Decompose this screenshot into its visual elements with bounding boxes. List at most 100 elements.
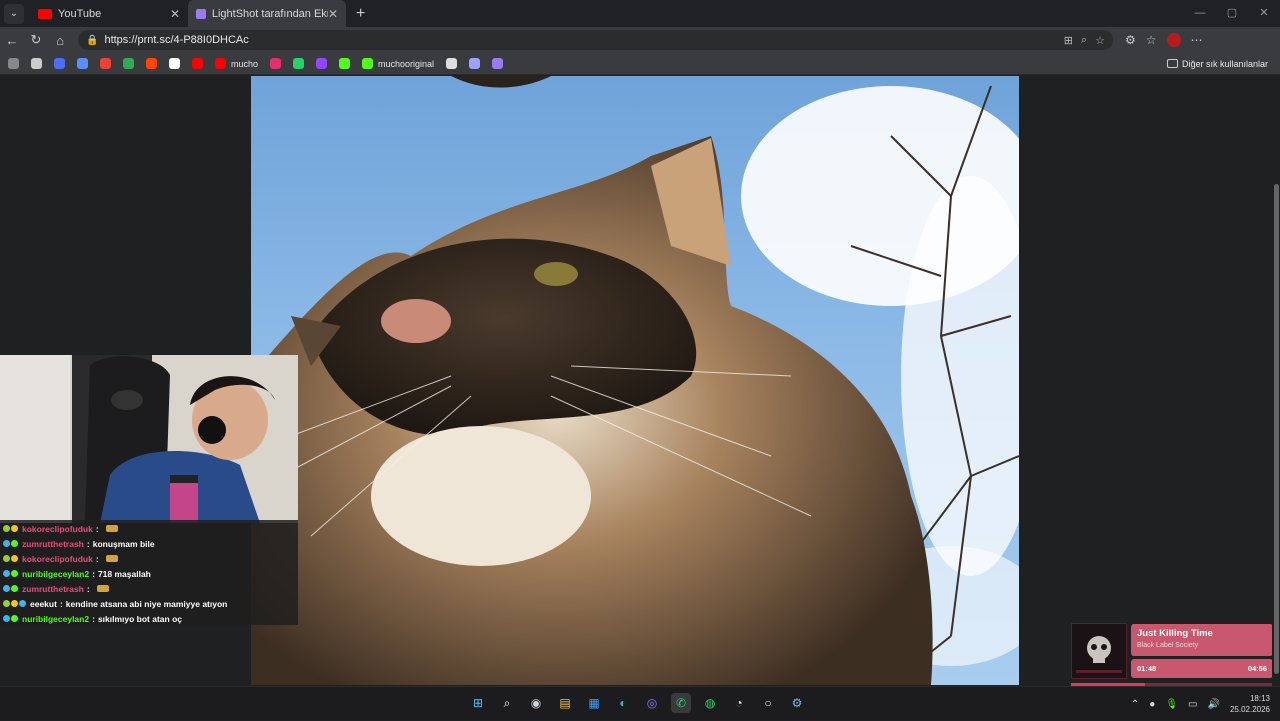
bookmark-item[interactable] xyxy=(54,58,65,69)
favorites-icon[interactable]: ☆ xyxy=(1146,33,1157,47)
cat-photo xyxy=(251,76,1019,685)
gmail-icon xyxy=(100,58,111,69)
chat-separator: : xyxy=(95,523,99,534)
badge-icon xyxy=(3,540,10,547)
chat-username[interactable]: eeekut xyxy=(30,599,57,609)
back-button[interactable]: ← xyxy=(0,33,24,48)
bookmark-item[interactable] xyxy=(8,58,19,69)
chat-username[interactable]: nuribilgeceylan2 xyxy=(22,614,89,624)
chrome-icon[interactable]: ◔ xyxy=(729,693,749,713)
chat-username[interactable]: kokoreclipofuduk xyxy=(22,524,93,534)
tab-actions-menu[interactable]: ⌄ xyxy=(4,3,24,24)
kick-icon xyxy=(362,58,374,69)
badge-icon xyxy=(11,615,18,622)
chevron-up-icon[interactable]: ⌃ xyxy=(1131,699,1139,710)
tab-lightshot[interactable]: LightShot tarafından Ekran Görüntüsü ✕ xyxy=(188,0,346,27)
chat-username[interactable]: zumrutthetrash xyxy=(22,539,84,549)
chat-separator: : xyxy=(86,538,90,549)
more-menu-icon[interactable]: ⋯ xyxy=(1191,33,1203,47)
chat-username[interactable]: zumrutthetrash xyxy=(22,584,84,594)
bookmark-item[interactable] xyxy=(100,58,111,69)
new-tab-button[interactable]: + xyxy=(356,5,365,23)
close-tab-icon[interactable]: ✕ xyxy=(328,7,338,21)
bookmark-item[interactable]: mucho xyxy=(215,58,258,69)
microphone-icon[interactable]: 🎙 xyxy=(1165,699,1178,710)
album-art xyxy=(1071,623,1127,679)
close-tab-icon[interactable]: ✕ xyxy=(170,7,180,21)
bookmark-item[interactable] xyxy=(492,58,504,69)
steam-icon[interactable]: ◉ xyxy=(526,693,546,713)
app-available-icon[interactable]: ⊞ xyxy=(1064,34,1073,47)
favorite-star-icon[interactable]: ☆ xyxy=(1095,34,1105,47)
search-icon[interactable]: ⌕ xyxy=(497,693,517,713)
bookmark-item[interactable] xyxy=(293,58,305,69)
bookmark-item[interactable]: muchooriginal xyxy=(362,58,434,69)
bookmark-item[interactable] xyxy=(316,58,328,69)
chat-username[interactable]: nuribilgeceylan2 xyxy=(22,569,89,579)
windows-icon[interactable]: ⊞ xyxy=(468,693,488,713)
page-scrollbar[interactable] xyxy=(1272,76,1280,686)
minimize-button[interactable]: — xyxy=(1184,0,1216,27)
song-info: Just Killing Time Black Label Society xyxy=(1131,624,1273,656)
store-icon[interactable]: ▦ xyxy=(584,693,604,713)
url-field[interactable]: 🔒 https://prnt.sc/4-P88I0DHCAc ⊞ ⌕ ☆ xyxy=(78,30,1113,50)
network-icon[interactable]: ▭ xyxy=(1188,699,1197,710)
docs-icon xyxy=(77,58,88,69)
profile-avatar[interactable] xyxy=(1166,33,1181,47)
lock-icon[interactable]: 🔒 xyxy=(86,35,98,46)
chat-text: sıkılmıyo bot atan oç xyxy=(97,613,183,624)
feather-icon xyxy=(196,8,206,19)
tab-bar: ⌄ YouTube ✕ LightShot tarafından Ekran G… xyxy=(0,0,1280,27)
chat-message: nuribilgeceylan2: sıkılmıyo bot atan oç xyxy=(0,611,298,626)
chat-text: konuşmam bile xyxy=(92,538,155,549)
window-controls: — ▢ ✕ xyxy=(1184,0,1280,27)
bookmark-item[interactable] xyxy=(469,58,481,69)
tab-youtube[interactable]: YouTube ✕ xyxy=(30,0,188,27)
refresh-button[interactable]: ↻ xyxy=(24,32,48,48)
home-button[interactable]: ⌂ xyxy=(48,33,72,48)
circle-icon xyxy=(54,58,65,69)
folder-icon[interactable]: ▤ xyxy=(555,693,575,713)
bookmark-item[interactable] xyxy=(146,58,157,69)
discord-icon[interactable]: ◎ xyxy=(642,693,662,713)
zoom-icon[interactable]: ⌕ xyxy=(1081,34,1087,47)
badge-icon xyxy=(3,585,10,592)
bookmark-item[interactable] xyxy=(446,58,458,69)
bookmark-label: muchooriginal xyxy=(378,58,435,69)
bookmark-item[interactable] xyxy=(77,58,88,69)
youtube-icon xyxy=(192,58,203,69)
screenshot-image[interactable] xyxy=(251,76,1019,685)
tab-label: LightShot tarafından Ekran Görüntüsü xyxy=(211,7,328,20)
bookmark-item[interactable] xyxy=(339,58,351,69)
obs-icon[interactable]: ○ xyxy=(758,693,778,713)
edge-icon[interactable]: ◐ xyxy=(613,693,633,713)
badge-icon xyxy=(19,600,26,607)
close-window-button[interactable]: ✕ xyxy=(1248,0,1280,27)
scrollbar-thumb[interactable] xyxy=(1274,184,1279,674)
badge-icon xyxy=(3,555,10,562)
bookmark-item[interactable] xyxy=(123,58,134,69)
badge-icon xyxy=(11,585,18,592)
settings-icon[interactable]: ⚙ xyxy=(787,693,807,713)
volume-icon[interactable]: 🔊 xyxy=(1208,699,1220,710)
badge-icon xyxy=(3,615,10,622)
total-time: 04:56 xyxy=(1247,664,1267,673)
song-artist: Black Label Society xyxy=(1137,642,1199,649)
google-icon xyxy=(123,58,134,69)
bookmark-item[interactable] xyxy=(31,58,42,69)
reddit-icon xyxy=(146,58,157,69)
emote-icon xyxy=(105,555,118,562)
tray-app-icon[interactable]: ● xyxy=(1149,699,1155,710)
other-favorites[interactable]: Diğer sık kullanılanlar xyxy=(1166,59,1268,69)
maximize-button[interactable]: ▢ xyxy=(1216,0,1248,27)
extensions-icon[interactable]: ⚙ xyxy=(1125,33,1136,47)
bookmark-item[interactable] xyxy=(192,58,203,69)
whatsapp-icon[interactable]: ✆ xyxy=(671,693,691,713)
bookmark-item[interactable] xyxy=(270,58,282,69)
spotify-icon[interactable]: ◍ xyxy=(700,693,720,713)
bookmarks-bar: mucho muchooriginal Diğer sık kullanılanl… xyxy=(0,53,1280,75)
folder-icon xyxy=(1166,59,1178,68)
bookmark-item[interactable] xyxy=(169,58,180,69)
clock[interactable]: 18:13 25.02.2026 xyxy=(1230,693,1270,715)
chat-username[interactable]: kokoreclipofuduk xyxy=(22,554,93,564)
